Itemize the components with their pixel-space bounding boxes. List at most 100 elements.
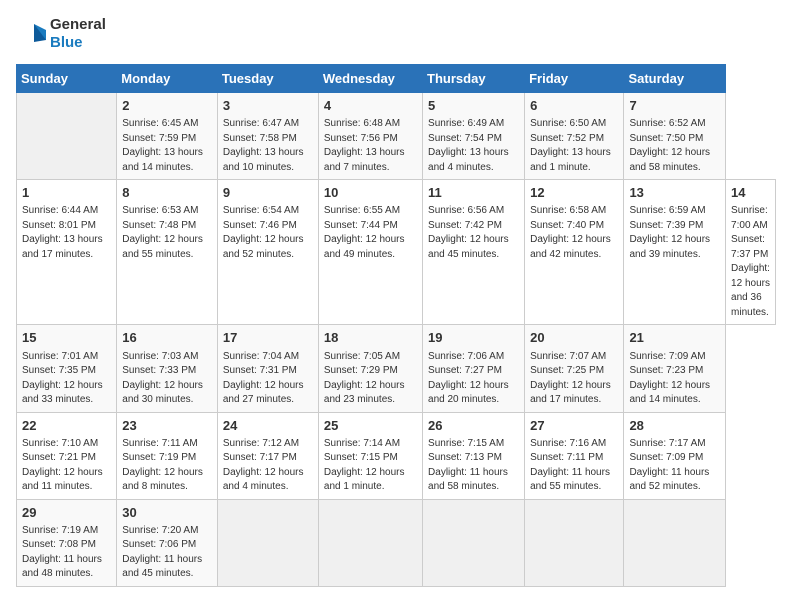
calendar-cell: 10Sunrise: 6:55 AM Sunset: 7:44 PM Dayli…	[318, 180, 422, 325]
day-info: Sunrise: 7:05 AM Sunset: 7:29 PM Dayligh…	[324, 350, 417, 408]
col-header-tuesday: Tuesday	[217, 65, 318, 93]
day-info: Sunrise: 7:19 AM Sunset: 7:08 PM Dayligh…	[22, 524, 111, 582]
day-number: 29	[22, 504, 111, 522]
day-info: Sunrise: 7:01 AM Sunset: 7:35 PM Dayligh…	[22, 350, 111, 408]
day-number: 22	[22, 417, 111, 435]
day-number: 21	[629, 329, 720, 347]
calendar-cell: 12 Sunrise: 6:58 AM Sunset: 7:40 PM Dayli…	[525, 180, 624, 325]
day-info: Sunrise: 6:58 AM Sunset: 7:40 PM Dayligh…	[530, 204, 618, 262]
calendar-cell: 19 Sunrise: 7:06 AM Sunset: 7:27 PM Dayli…	[423, 325, 525, 412]
calendar-cell	[624, 499, 726, 586]
calendar-cell	[217, 499, 318, 586]
day-info: Sunrise: 7:16 AM Sunset: 7:11 PM Dayligh…	[530, 437, 618, 495]
day-info: Sunrise: 7:15 AM Sunset: 7:13 PM Dayligh…	[428, 437, 519, 495]
calendar-cell	[17, 93, 117, 180]
col-header-monday: Monday	[117, 65, 218, 93]
calendar-cell	[525, 499, 624, 586]
calendar-cell: 16 Sunrise: 7:03 AM Sunset: 7:33 PM Dayli…	[117, 325, 218, 412]
calendar-cell: 5 Sunrise: 6:49 AM Sunset: 7:54 PM Daylig…	[423, 93, 525, 180]
calendar-cell: 17 Sunrise: 7:04 AM Sunset: 7:31 PM Dayli…	[217, 325, 318, 412]
logo-container: General Blue	[16, 16, 106, 52]
calendar-cell: 20 Sunrise: 7:07 AM Sunset: 7:25 PM Dayli…	[525, 325, 624, 412]
day-number: 27	[530, 417, 618, 435]
calendar-cell: 8 Sunrise: 6:53 AM Sunset: 7:48 PM Daylig…	[117, 180, 218, 325]
day-info: Sunrise: 6:53 AM Sunset: 7:48 PM Dayligh…	[122, 204, 212, 262]
calendar-cell: 14Sunrise: 7:00 AM Sunset: 7:37 PM Dayli…	[726, 180, 776, 325]
col-header-sunday: Sunday	[17, 65, 117, 93]
day-info: Sunrise: 6:45 AM Sunset: 7:59 PM Dayligh…	[122, 117, 212, 175]
day-number: 3	[223, 97, 313, 115]
logo-icon	[16, 20, 48, 48]
day-info: Sunrise: 7:11 AM Sunset: 7:19 PM Dayligh…	[122, 437, 212, 495]
calendar-cell: 11Sunrise: 6:56 AM Sunset: 7:42 PM Dayli…	[423, 180, 525, 325]
day-number: 20	[530, 329, 618, 347]
day-number: 12	[530, 184, 618, 202]
day-number: 4	[324, 97, 417, 115]
day-info: Sunrise: 7:14 AM Sunset: 7:15 PM Dayligh…	[324, 437, 417, 495]
day-info: Sunrise: 7:12 AM Sunset: 7:17 PM Dayligh…	[223, 437, 313, 495]
logo-general: General	[50, 16, 106, 34]
calendar-cell: 29 Sunrise: 7:19 AM Sunset: 7:08 PM Dayli…	[17, 499, 117, 586]
day-number: 23	[122, 417, 212, 435]
col-header-saturday: Saturday	[624, 65, 726, 93]
day-info: Sunrise: 6:59 AM Sunset: 7:39 PM Dayligh…	[629, 204, 720, 262]
day-number: 15	[22, 329, 111, 347]
calendar-cell: 7 Sunrise: 6:52 AM Sunset: 7:50 PM Daylig…	[624, 93, 726, 180]
col-header-wednesday: Wednesday	[318, 65, 422, 93]
day-number: 6	[530, 97, 618, 115]
day-info: Sunrise: 6:48 AM Sunset: 7:56 PM Dayligh…	[324, 117, 417, 175]
calendar-header-row: SundayMondayTuesdayWednesdayThursdayFrid…	[17, 65, 776, 93]
calendar-cell	[318, 499, 422, 586]
day-number: 18	[324, 329, 417, 347]
day-info: Sunrise: 6:52 AM Sunset: 7:50 PM Dayligh…	[629, 117, 720, 175]
week-row-2: 15 Sunrise: 7:01 AM Sunset: 7:35 PM Dayli…	[17, 325, 776, 412]
day-number: 7	[629, 97, 720, 115]
calendar-cell: 28Sunrise: 7:17 AM Sunset: 7:09 PM Dayli…	[624, 412, 726, 499]
calendar-cell: 9Sunrise: 6:54 AM Sunset: 7:46 PM Daylig…	[217, 180, 318, 325]
day-info: Sunrise: 7:07 AM Sunset: 7:25 PM Dayligh…	[530, 350, 618, 408]
day-info: Sunrise: 7:20 AM Sunset: 7:06 PM Dayligh…	[122, 524, 212, 582]
col-header-friday: Friday	[525, 65, 624, 93]
col-header-thursday: Thursday	[423, 65, 525, 93]
calendar-cell: 6Sunrise: 6:50 AM Sunset: 7:52 PM Daylig…	[525, 93, 624, 180]
week-row-1: 1 Sunrise: 6:44 AM Sunset: 8:01 PM Daylig…	[17, 180, 776, 325]
logo: General Blue	[16, 16, 106, 52]
day-info: Sunrise: 7:00 AM Sunset: 7:37 PM Dayligh…	[731, 204, 770, 320]
day-info: Sunrise: 7:09 AM Sunset: 7:23 PM Dayligh…	[629, 350, 720, 408]
page-header: General Blue	[16, 16, 776, 52]
day-number: 2	[122, 97, 212, 115]
day-info: Sunrise: 7:04 AM Sunset: 7:31 PM Dayligh…	[223, 350, 313, 408]
day-number: 13	[629, 184, 720, 202]
day-number: 30	[122, 504, 212, 522]
calendar-cell: 26Sunrise: 7:15 AM Sunset: 7:13 PM Dayli…	[423, 412, 525, 499]
calendar-table: SundayMondayTuesdayWednesdayThursdayFrid…	[16, 64, 776, 587]
day-number: 24	[223, 417, 313, 435]
day-info: Sunrise: 6:49 AM Sunset: 7:54 PM Dayligh…	[428, 117, 519, 175]
day-number: 8	[122, 184, 212, 202]
calendar-cell: 15 Sunrise: 7:01 AM Sunset: 7:35 PM Dayli…	[17, 325, 117, 412]
calendar-cell	[423, 499, 525, 586]
day-info: Sunrise: 6:47 AM Sunset: 7:58 PM Dayligh…	[223, 117, 313, 175]
day-info: Sunrise: 6:54 AM Sunset: 7:46 PM Dayligh…	[223, 204, 313, 262]
calendar-cell: 27 Sunrise: 7:16 AM Sunset: 7:11 PM Dayli…	[525, 412, 624, 499]
day-info: Sunrise: 6:44 AM Sunset: 8:01 PM Dayligh…	[22, 204, 111, 262]
day-number: 19	[428, 329, 519, 347]
day-number: 11	[428, 184, 519, 202]
day-number: 16	[122, 329, 212, 347]
calendar-cell: 22 Sunrise: 7:10 AM Sunset: 7:21 PM Dayli…	[17, 412, 117, 499]
calendar-cell: 30 Sunrise: 7:20 AM Sunset: 7:06 PM Dayli…	[117, 499, 218, 586]
calendar-cell: 2 Sunrise: 6:45 AM Sunset: 7:59 PM Daylig…	[117, 93, 218, 180]
day-info: Sunrise: 7:03 AM Sunset: 7:33 PM Dayligh…	[122, 350, 212, 408]
day-number: 10	[324, 184, 417, 202]
day-info: Sunrise: 7:06 AM Sunset: 7:27 PM Dayligh…	[428, 350, 519, 408]
day-info: Sunrise: 7:10 AM Sunset: 7:21 PM Dayligh…	[22, 437, 111, 495]
calendar-cell: 13 Sunrise: 6:59 AM Sunset: 7:39 PM Dayli…	[624, 180, 726, 325]
day-number: 5	[428, 97, 519, 115]
calendar-cell: 1 Sunrise: 6:44 AM Sunset: 8:01 PM Daylig…	[17, 180, 117, 325]
day-number: 17	[223, 329, 313, 347]
week-row-4: 29 Sunrise: 7:19 AM Sunset: 7:08 PM Dayli…	[17, 499, 776, 586]
day-number: 25	[324, 417, 417, 435]
day-number: 28	[629, 417, 720, 435]
day-number: 1	[22, 184, 111, 202]
logo-blue: Blue	[50, 34, 106, 52]
